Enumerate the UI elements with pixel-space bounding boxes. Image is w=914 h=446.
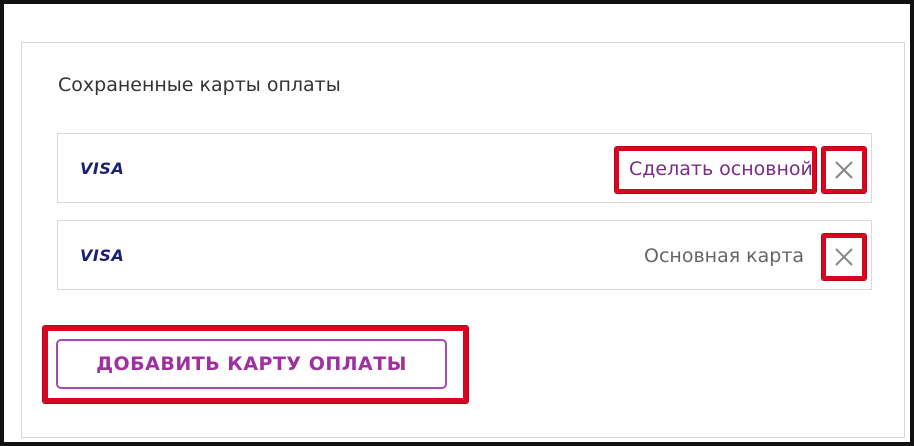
visa-logo: VISA [80, 246, 125, 265]
highlight-box [822, 234, 866, 280]
close-icon[interactable] [830, 155, 858, 185]
default-card-label: Основная карта [644, 245, 805, 267]
section-title: Сохраненные карты оплаты [58, 74, 341, 96]
close-icon[interactable] [830, 242, 858, 272]
highlight-box [822, 147, 866, 193]
visa-logo: VISA [80, 159, 125, 178]
make-default-link[interactable]: Сделать основной [629, 158, 813, 180]
add-card-button[interactable]: ДОБАВИТЬ КАРТУ ОПЛАТЫ [56, 339, 447, 389]
